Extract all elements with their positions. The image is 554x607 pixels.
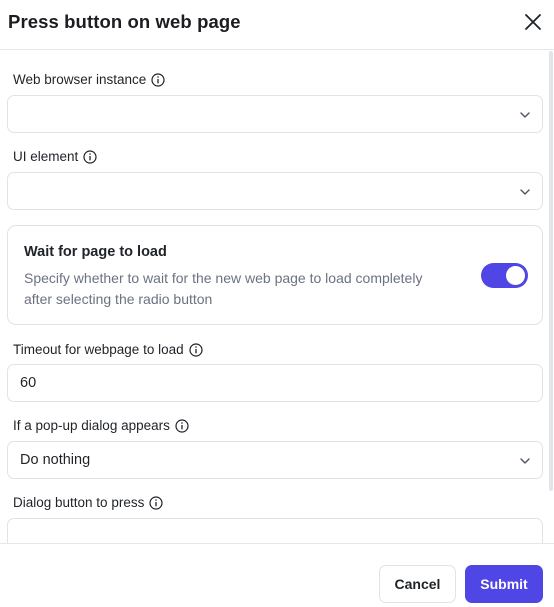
popup-label-text: If a pop-up dialog appears [13, 418, 170, 433]
submit-button[interactable]: Submit [465, 565, 543, 603]
chevron-down-icon [520, 458, 530, 464]
info-icon[interactable] [189, 342, 203, 357]
timeout-label: Timeout for webpage to load [13, 342, 203, 357]
info-icon[interactable] [175, 418, 189, 433]
cancel-button[interactable]: Cancel [379, 565, 456, 603]
close-button[interactable] [520, 9, 546, 35]
dialog-header: Press button on web page [0, 0, 554, 50]
wait-for-page-description: Specify whether to wait for the new web … [24, 270, 423, 307]
wait-for-page-title: Wait for page to load [24, 244, 167, 260]
dialog-title: Press button on web page [8, 11, 241, 32]
timeout-input[interactable]: 60 [7, 364, 543, 402]
toggle-knob [506, 266, 525, 285]
timeout-value: 60 [20, 375, 37, 391]
dialog-body: Web browser instance UI element Wait for… [0, 51, 554, 543]
popup-label: If a pop-up dialog appears [13, 418, 189, 433]
timeout-label-text: Timeout for webpage to load [13, 342, 184, 357]
browser-instance-label: Web browser instance [13, 72, 165, 87]
wait-for-page-toggle[interactable] [481, 263, 528, 288]
chevron-down-icon [520, 189, 530, 195]
chevron-down-icon [520, 112, 530, 118]
ui-element-select[interactable] [7, 172, 543, 210]
popup-value: Do nothing [20, 452, 91, 468]
info-icon[interactable] [151, 72, 165, 87]
ui-element-label-text: UI element [13, 149, 79, 164]
dialog-button-label-text: Dialog button to press [13, 495, 145, 510]
dialog-button-select[interactable] [7, 518, 543, 543]
wait-for-page-card: Wait for page to load Specify whether to… [7, 225, 543, 325]
popup-select[interactable]: Do nothing [7, 441, 543, 479]
dialog-footer: Cancel Submit [0, 543, 554, 607]
browser-instance-select[interactable] [7, 95, 543, 133]
scrollbar[interactable] [549, 51, 553, 491]
info-icon[interactable] [149, 495, 163, 510]
close-icon [525, 14, 541, 30]
browser-instance-label-text: Web browser instance [13, 72, 147, 87]
dialog-button-label: Dialog button to press [13, 495, 163, 510]
ui-element-label: UI element [13, 149, 97, 164]
info-icon[interactable] [83, 149, 97, 164]
